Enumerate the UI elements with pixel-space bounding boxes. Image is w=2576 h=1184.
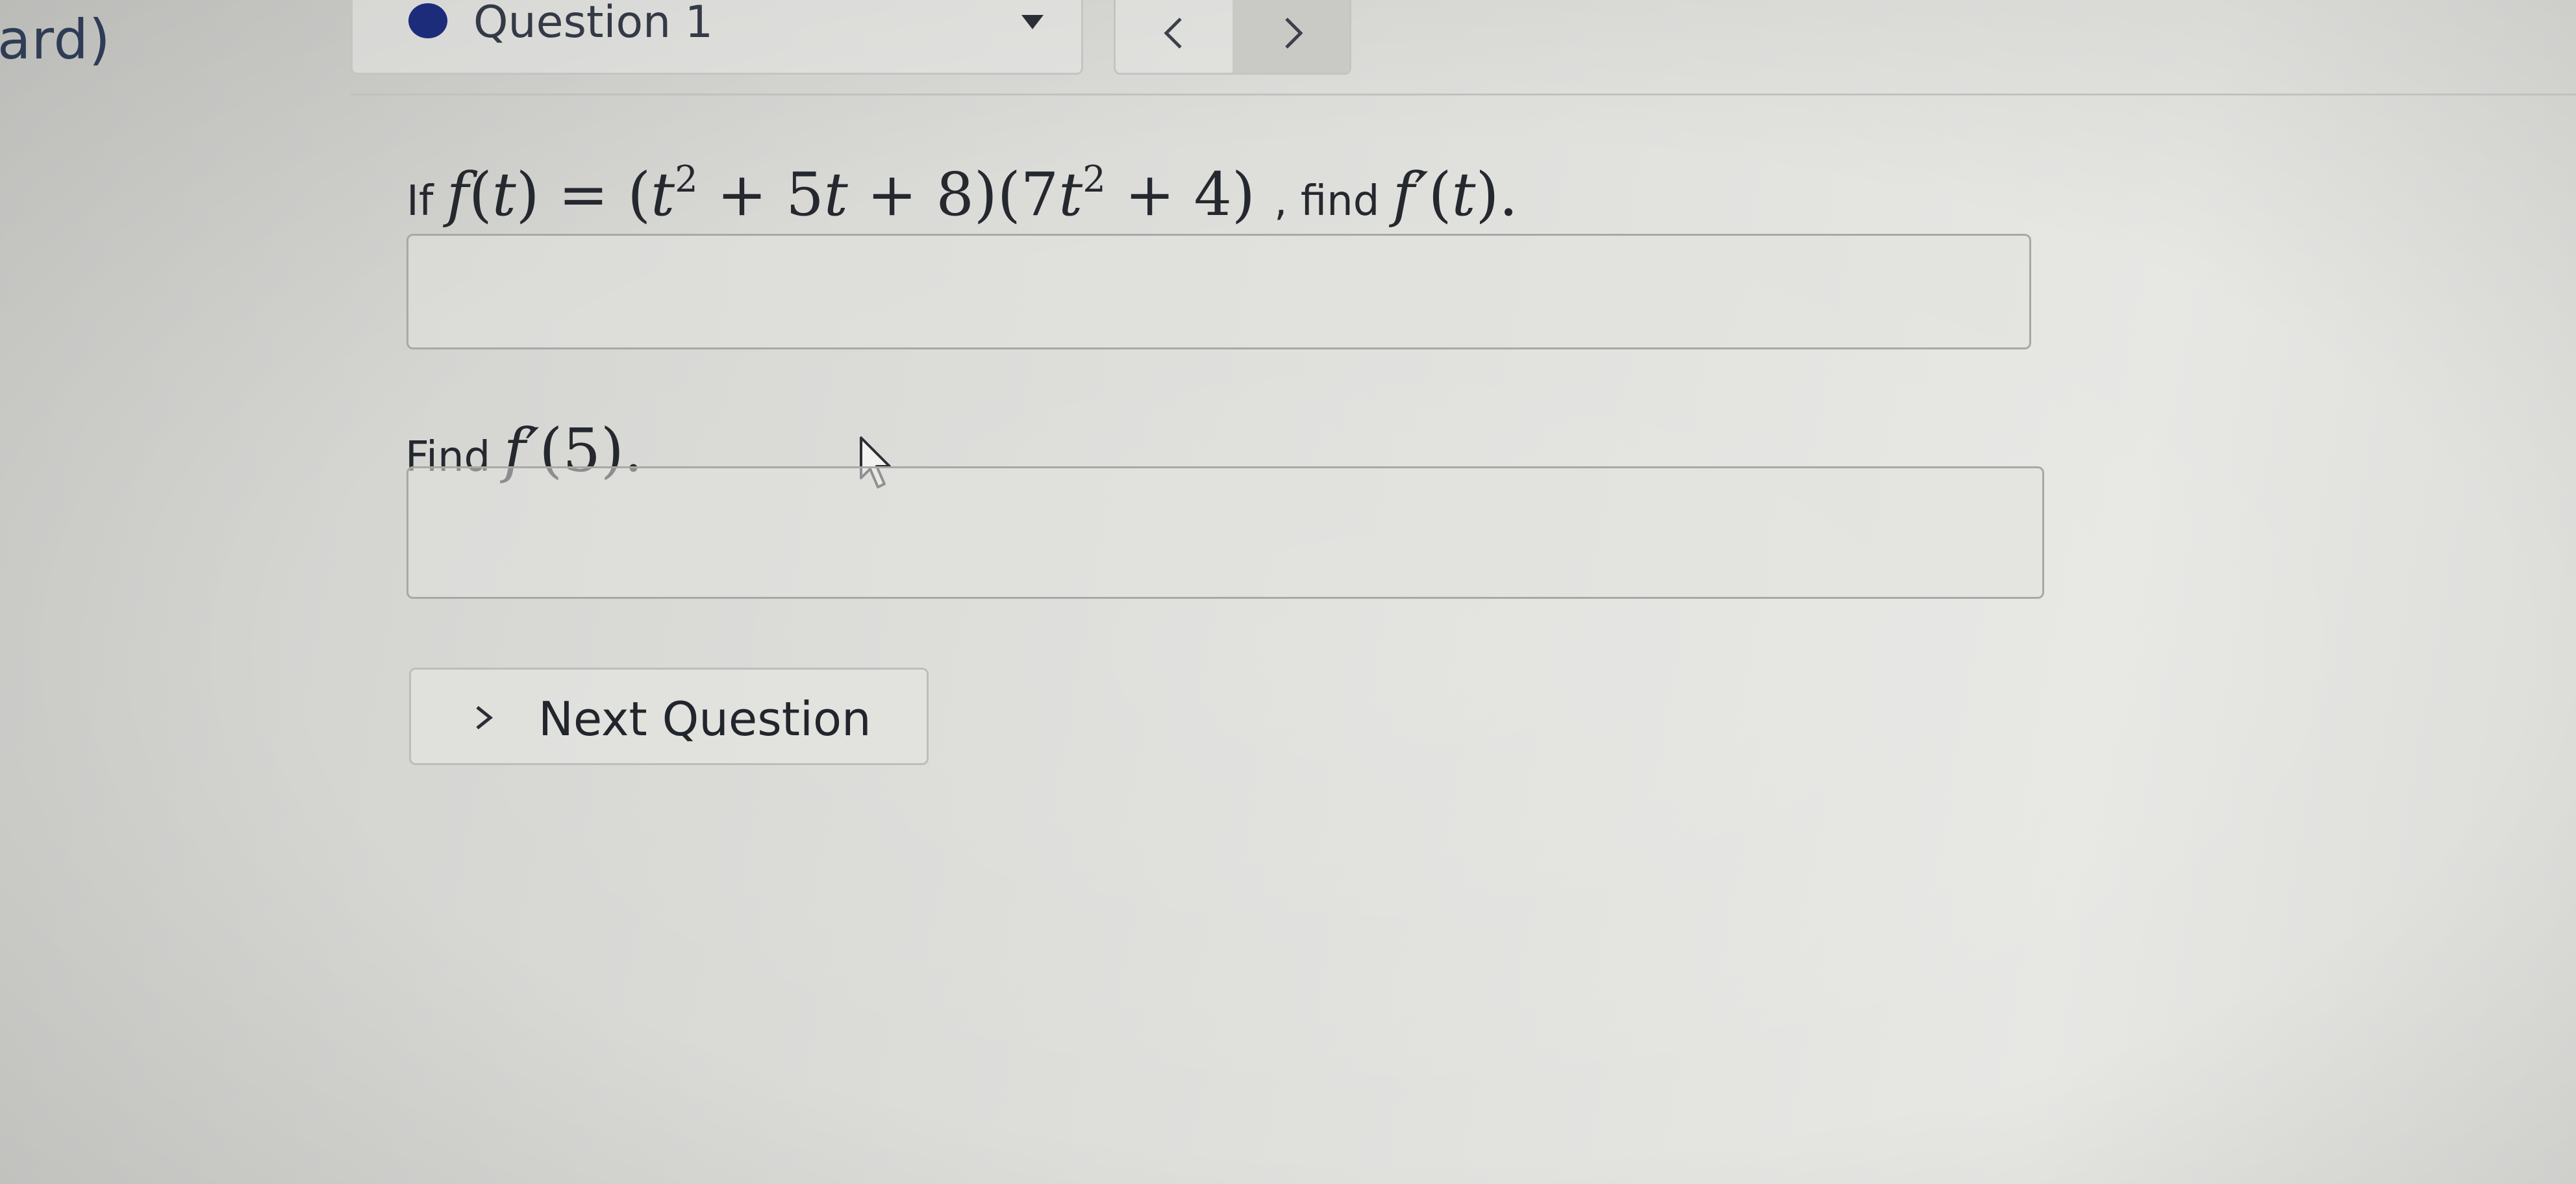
header-divider — [351, 94, 2576, 95]
chevron-right-icon — [1285, 17, 1303, 49]
caret-down-icon — [1021, 15, 1044, 29]
next-question-button[interactable]: Next Question — [409, 668, 929, 765]
chevron-right-icon — [476, 706, 494, 729]
prompt-prefix: If — [406, 177, 434, 225]
question-prompt: If f(t) = (t2 + 5t + 8)(7t2 + 4) , find … — [406, 158, 1518, 229]
next-question-label: Next Question — [538, 692, 871, 746]
derivative-answer-input[interactable] — [406, 234, 2031, 349]
prev-question-button[interactable] — [1116, 0, 1232, 73]
function-expression: f(t) = (t2 + 5t + 8)(7t2 + 4) — [446, 158, 1255, 229]
prompt-find: , find — [1274, 177, 1380, 225]
f-prime-5-answer-input[interactable] — [406, 466, 2044, 599]
question-status-dot — [408, 3, 447, 38]
next-question-arrow-button[interactable] — [1232, 0, 1349, 73]
derivative-expression: f′(t). — [1392, 160, 1518, 229]
question-selector[interactable]: Question 1 — [351, 0, 1083, 75]
question-nav — [1114, 0, 1351, 75]
chevron-left-icon — [1164, 17, 1182, 49]
question-selector-label: Question 1 — [473, 0, 714, 48]
cutoff-title-fragment: ard) — [0, 8, 111, 71]
